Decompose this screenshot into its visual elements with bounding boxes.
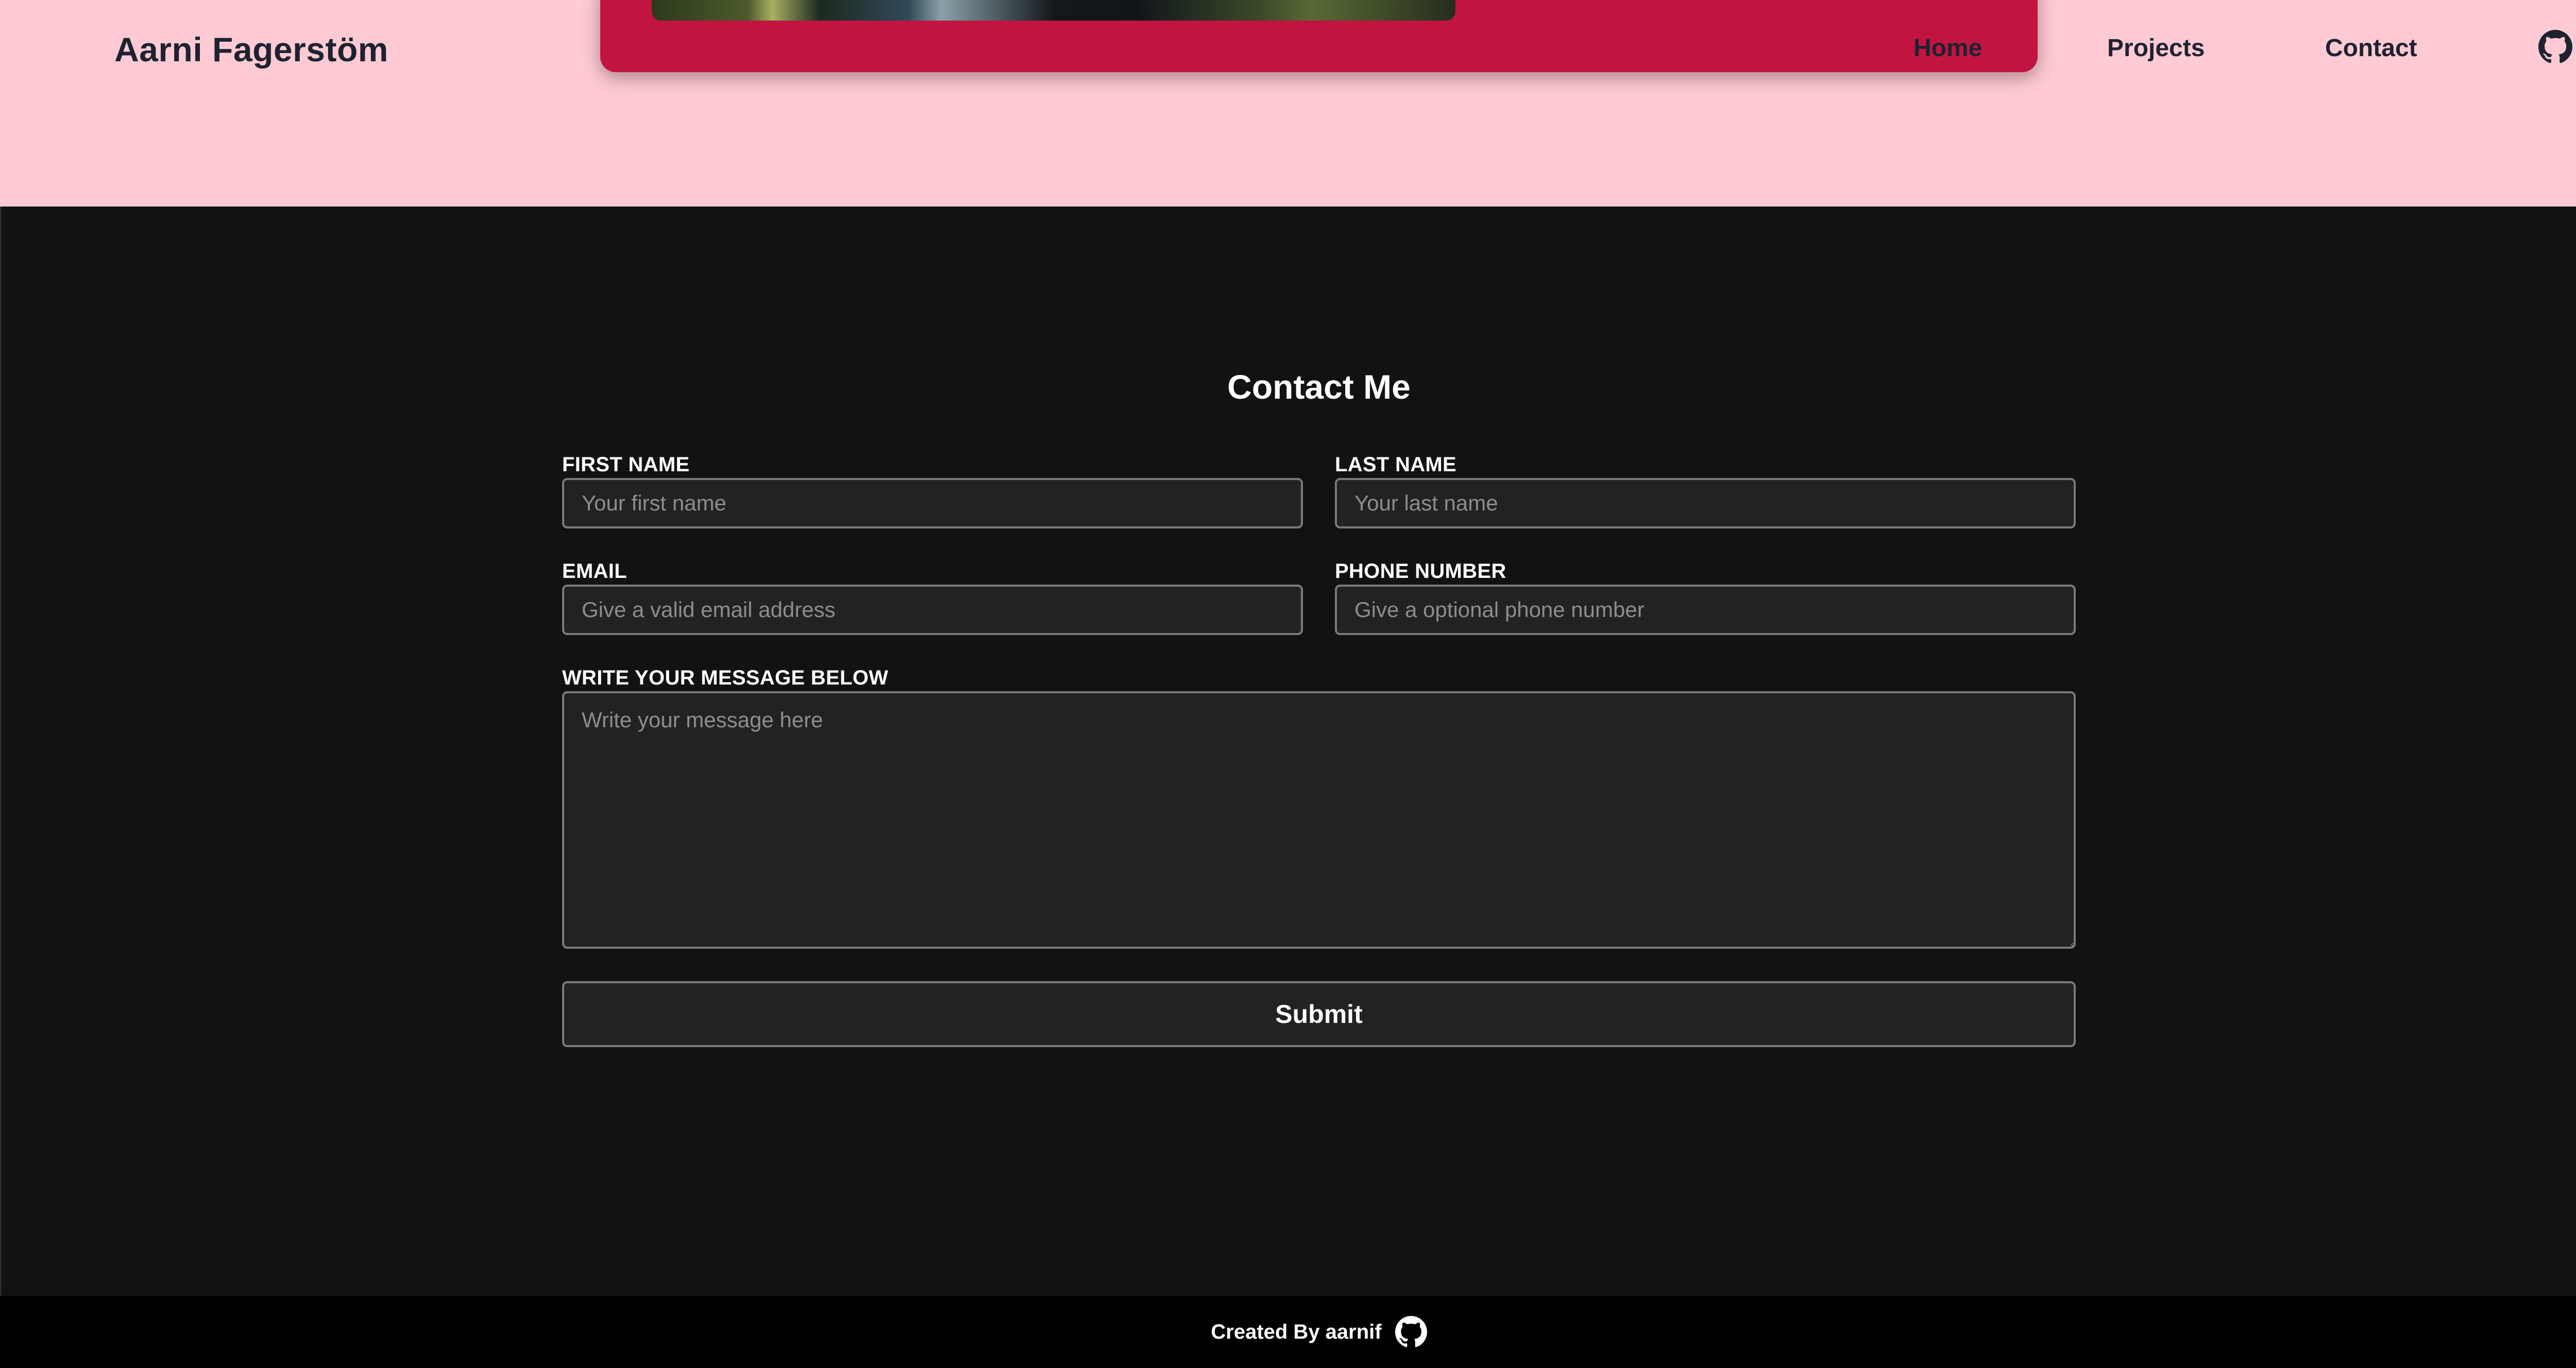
email-label: EMAIL: [562, 560, 627, 583]
last-name-input[interactable]: [1335, 478, 2076, 528]
nav-contact[interactable]: Contact: [2325, 34, 2417, 62]
github-icon[interactable]: [1395, 1316, 1427, 1348]
first-name-input[interactable]: [562, 478, 1303, 528]
nav-projects[interactable]: Projects: [2107, 34, 2205, 62]
github-icon[interactable]: [2538, 30, 2572, 64]
site-brand[interactable]: Aarni Fagerstöm: [114, 30, 388, 69]
footer-credit: Created By aarnif: [1211, 1320, 1382, 1343]
phone-number-label: PHONE NUMBER: [1335, 560, 1506, 583]
message-textarea[interactable]: [562, 691, 2076, 949]
last-name-label: LAST NAME: [1335, 453, 1457, 476]
message-label: WRITE YOUR MESSAGE BELOW: [562, 666, 889, 689]
hero-image-card: [600, 0, 2038, 72]
hero-image: [652, 0, 1455, 21]
site-footer: Created By aarnif: [0, 1296, 2576, 1368]
nav-home[interactable]: Home: [1913, 34, 1982, 62]
email-input[interactable]: [562, 585, 1303, 635]
first-name-label: FIRST NAME: [562, 453, 690, 476]
site-header: Aarni Fagerstöm Home Projects Contact: [0, 0, 2576, 207]
phone-number-input[interactable]: [1335, 585, 2076, 635]
contact-title: Contact Me: [1227, 368, 1411, 406]
submit-button[interactable]: Submit: [562, 981, 2076, 1047]
